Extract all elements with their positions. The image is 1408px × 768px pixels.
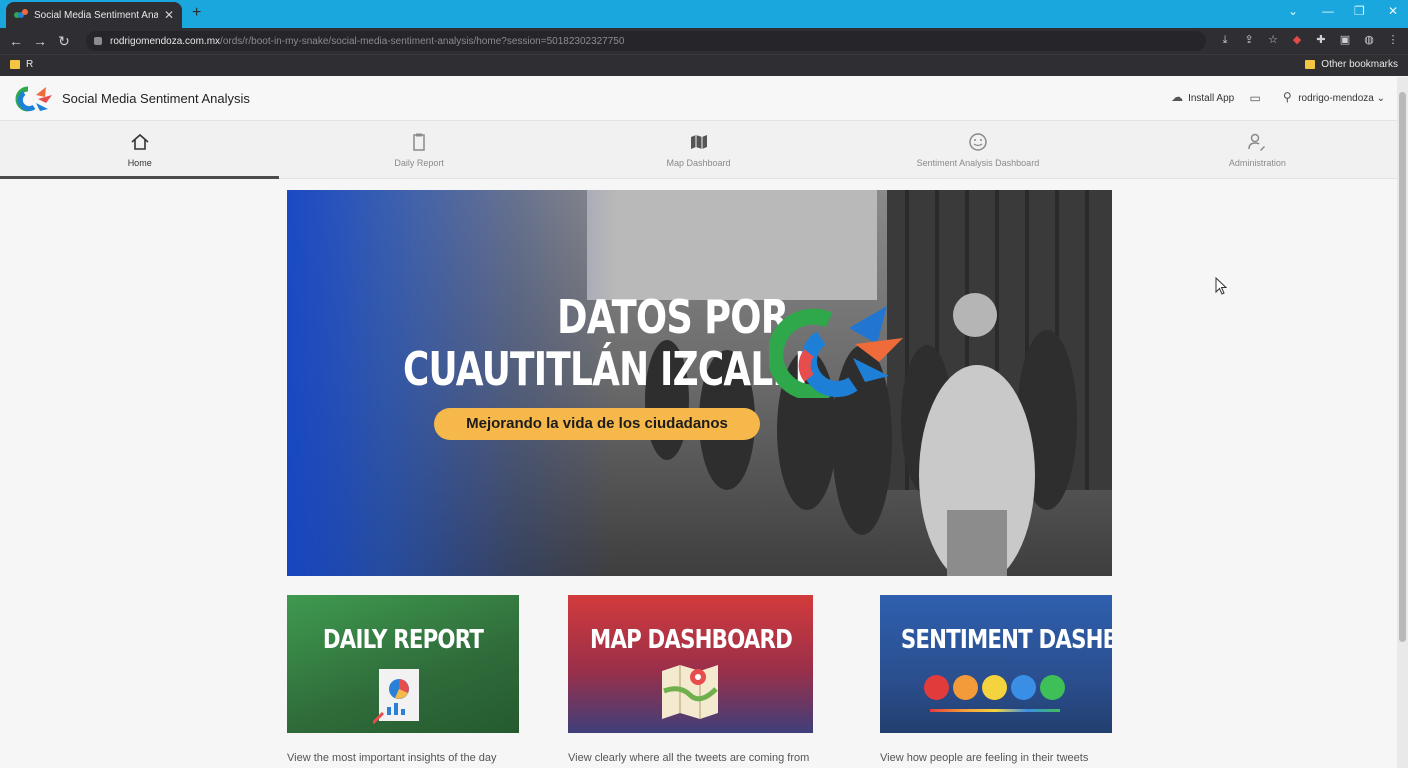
lock-icon [94, 37, 102, 45]
mouse-cursor-icon [1215, 277, 1227, 295]
user-settings-icon [1248, 133, 1266, 151]
menu-kebab-icon[interactable]: ⋮ [1386, 33, 1400, 47]
smiley-icon [969, 132, 987, 151]
tab-label: Map Dashboard [666, 157, 731, 168]
install-app-label: Install App [1188, 93, 1235, 104]
hero-title-line2: CUAUTITLÁN IZCALLI [403, 342, 808, 396]
tab-close-icon[interactable]: ✕ [164, 8, 174, 22]
happy-face-icon [1011, 675, 1036, 700]
report-chart-icon [373, 669, 419, 725]
card-title: SENTIMENT DASHBOARD [900, 625, 1112, 655]
bookmark-folder-r[interactable]: R [10, 59, 33, 70]
folder-icon [1305, 60, 1316, 69]
hero-logo-icon [769, 306, 903, 398]
page-scrollbar-thumb[interactable] [1399, 92, 1406, 642]
sad-face-icon [953, 675, 978, 700]
sentiment-dashboard-card[interactable]: SENTIMENT DASHBOARD [880, 595, 1112, 733]
tab-label: Daily Report [394, 157, 444, 168]
restore-icon[interactable]: ❐ [1354, 4, 1365, 18]
app-title: Social Media Sentiment Analysis [62, 91, 250, 106]
username-label: rodrigo-mendoza [1298, 93, 1374, 104]
address-bar[interactable]: rodrigomendoza.com.mx /ords/r/boot-in-my… [86, 31, 1206, 51]
install-icon[interactable]: ⤓ [1218, 33, 1232, 47]
emoji-scale [924, 675, 1065, 700]
tab-home[interactable]: Home [0, 121, 280, 179]
minimize-icon[interactable]: — [1322, 4, 1334, 18]
tab-sentiment-analysis-dashboard[interactable]: Sentiment Analysis Dashboard [838, 121, 1117, 178]
folded-map-icon [662, 665, 718, 719]
sentiment-dashboard-description: View how people are feeling in their twe… [880, 752, 1089, 764]
back-icon[interactable]: ← [4, 33, 28, 49]
url-host: rodrigomendoza.com.mx [110, 35, 221, 47]
bookmark-label: R [26, 59, 34, 70]
cloud-download-icon: ☁ [1171, 90, 1184, 104]
tab-map-dashboard[interactable]: Map Dashboard [559, 121, 838, 178]
map-dashboard-description: View clearly where all the tweets are co… [568, 752, 810, 764]
new-tab-icon[interactable]: + [192, 5, 201, 21]
very-happy-face-icon [1040, 675, 1065, 700]
tab-label: Administration [1228, 157, 1286, 168]
tab-label: Home [127, 157, 152, 168]
home-icon [131, 133, 149, 150]
daily-report-card[interactable]: DAILY REPORT [287, 595, 519, 733]
card-title: MAP DASHBOARD [590, 625, 793, 655]
forward-icon[interactable]: → [28, 33, 52, 49]
tab-search-icon[interactable]: ⌄ [1288, 4, 1298, 18]
chevron-down-icon: ⌄ [1376, 93, 1385, 104]
tab-label: Sentiment Analysis Dashboard [916, 157, 1040, 168]
hero-banner: DATOS POR CUAUTITLÁN IZCALLI Mejorando l… [287, 190, 1112, 576]
reload-icon[interactable]: ↻ [52, 33, 76, 50]
daily-report-description: View the most important insights of the … [287, 752, 497, 764]
clipboard-icon [413, 133, 425, 151]
tab-administration[interactable]: Administration [1118, 121, 1397, 178]
neutral-face-icon [982, 675, 1007, 700]
extensions-puzzle-icon[interactable]: ✚ [1314, 33, 1328, 47]
window-close-icon[interactable]: ✕ [1388, 4, 1398, 18]
other-bookmarks-label: Other bookmarks [1321, 59, 1398, 70]
browser-titlebar: Social Media Sentiment Analysis ✕ + ⌄ — … [0, 0, 1408, 28]
app-logo[interactable] [12, 85, 54, 113]
hero-tagline: Mejorando la vida de los ciudadanos [434, 408, 760, 440]
other-bookmarks[interactable]: Other bookmarks [1305, 59, 1398, 70]
map-dashboard-card[interactable]: MAP DASHBOARD [568, 595, 813, 733]
main-navigation: Home Daily Report Map Dashboard Sentimen… [0, 121, 1397, 179]
user-icon: ⚲ [1282, 90, 1292, 104]
angry-face-icon [924, 675, 949, 700]
favicon-icon [14, 9, 28, 21]
hero-title-line1: DATOS POR [557, 290, 789, 344]
browser-tab[interactable]: Social Media Sentiment Analysis ✕ [6, 2, 182, 28]
url-path: /ords/r/boot-in-my-snake/social-media-se… [220, 35, 625, 47]
share-icon[interactable]: ⇪ [1242, 33, 1256, 47]
tab-daily-report[interactable]: Daily Report [279, 121, 558, 178]
map-icon [690, 134, 707, 149]
sentiment-bar [930, 709, 1060, 712]
browser-toolbar: ← → ↻ rodrigomendoza.com.mx /ords/r/boot… [0, 28, 1408, 54]
card-title: DAILY REPORT [322, 625, 484, 655]
bookmarks-bar: R Other bookmarks [0, 54, 1408, 76]
user-menu[interactable]: ⚲ rodrigo-mendoza ⌄ [1280, 91, 1385, 104]
bookmark-star-icon[interactable]: ☆ [1266, 33, 1280, 47]
profile-avatar-icon[interactable]: ◍ [1362, 33, 1376, 47]
tab-title: Social Media Sentiment Analysis [34, 9, 158, 21]
sidepanel-icon[interactable]: ▣ [1338, 33, 1352, 47]
extension-red-icon[interactable]: ◆ [1290, 33, 1304, 47]
folder-icon [10, 60, 20, 69]
app-header: Social Media Sentiment Analysis ☁ Install… [0, 77, 1397, 121]
chat-icon[interactable]: ▭ [1248, 92, 1262, 104]
install-app-button[interactable]: ☁ Install App [1170, 91, 1234, 104]
